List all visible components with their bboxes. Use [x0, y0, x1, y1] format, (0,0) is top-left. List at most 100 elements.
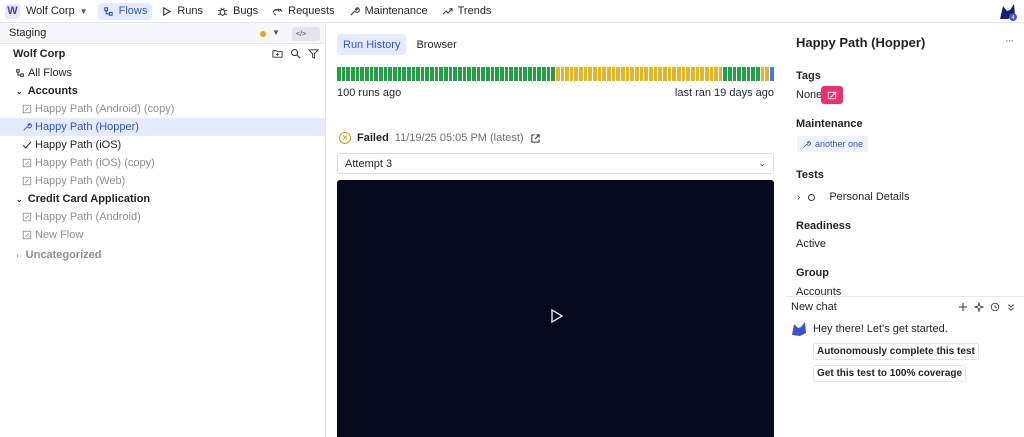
run-segment-passed[interactable] [462, 67, 467, 81]
chevron-right-icon[interactable]: › [797, 192, 800, 203]
plus-icon[interactable] [958, 302, 968, 312]
run-segment-failed[interactable] [574, 67, 579, 81]
run-segment-failed[interactable] [616, 67, 621, 81]
group-accounts[interactable]: ⌄ Accounts [0, 82, 325, 100]
nav-bugs[interactable]: Bugs [212, 3, 263, 20]
run-segment-passed[interactable] [392, 67, 397, 81]
run-segment-passed[interactable] [490, 67, 495, 81]
run-segment-passed[interactable] [551, 67, 555, 81]
run-segment-passed[interactable] [541, 67, 546, 81]
run-segment-passed[interactable] [378, 67, 383, 81]
run-segment-passed[interactable] [453, 67, 458, 81]
run-segment-failed[interactable] [588, 67, 593, 81]
run-segment-passed[interactable] [360, 67, 364, 81]
chevron-down-icon[interactable]: ⌄ [16, 87, 23, 96]
group-credit-card-application[interactable]: ⌄ Credit Card Application [0, 190, 325, 208]
run-segment-failed[interactable] [560, 67, 565, 81]
run-segment-failed[interactable] [597, 67, 602, 81]
run-segment-passed[interactable] [467, 67, 472, 81]
run-segment-passed[interactable] [546, 67, 551, 81]
run-segment-passed[interactable] [518, 67, 523, 81]
run-segment-failed[interactable] [662, 67, 667, 81]
nav-requests[interactable]: Requests [267, 3, 339, 20]
tab-browser[interactable]: Browser [410, 34, 462, 55]
run-segment-failed[interactable] [565, 67, 569, 81]
flow-item[interactable]: New Flow [0, 226, 325, 244]
run-segment-passed[interactable] [425, 67, 430, 81]
run-segment-passed[interactable] [416, 67, 420, 81]
run-segment-failed[interactable] [555, 67, 560, 81]
run-segment-passed[interactable] [337, 67, 341, 81]
run-segment-passed[interactable] [509, 67, 513, 81]
run-segment-failed[interactable] [648, 67, 653, 81]
new-folder-icon[interactable] [272, 48, 283, 59]
suggestion-button[interactable]: Get this test to 100% coverage [813, 365, 967, 382]
run-segment-passed[interactable] [430, 67, 434, 81]
more-options-icon[interactable]: ··· [1005, 35, 1014, 47]
run-segment-passed[interactable] [350, 67, 355, 81]
sparkle-icon[interactable] [974, 302, 984, 312]
run-segment-passed[interactable] [728, 67, 732, 81]
chevron-down-icon[interactable]: ⌄ [16, 195, 23, 204]
collapse-icon[interactable] [1006, 302, 1016, 312]
run-segment-passed[interactable] [346, 67, 350, 81]
flow-item[interactable]: Happy Path (Web) [0, 172, 325, 190]
test-item[interactable]: › Personal Details [797, 191, 909, 203]
workspace-name[interactable]: Wolf Corp [26, 5, 75, 17]
run-segment-failed[interactable] [611, 67, 616, 81]
run-segment-passed[interactable] [476, 67, 481, 81]
all-flows-item[interactable]: All Flows [0, 64, 325, 82]
run-segment-passed[interactable] [737, 67, 742, 81]
run-segment-passed[interactable] [495, 67, 499, 81]
run-segment-passed[interactable] [532, 67, 537, 81]
nav-maintenance[interactable]: Maintenance [344, 3, 433, 20]
wolf-avatar-icon[interactable]: 4 [998, 2, 1018, 22]
run-segment-passed[interactable] [444, 67, 448, 81]
run-segment-failed[interactable] [653, 67, 658, 81]
run-segment-passed[interactable] [486, 67, 490, 81]
run-segment-passed[interactable] [420, 67, 425, 81]
run-segment-passed[interactable] [402, 67, 406, 81]
run-segment-failed[interactable] [714, 67, 718, 81]
run-segment-latest[interactable] [770, 67, 774, 81]
filter-icon[interactable] [308, 48, 319, 59]
group-uncategorized[interactable]: › Uncategorized [0, 246, 325, 264]
run-segment-failed[interactable] [625, 67, 630, 81]
flow-item-selected[interactable]: Happy Path (Hopper) [0, 118, 325, 136]
external-link-icon[interactable] [530, 133, 541, 144]
run-segment-passed[interactable] [434, 67, 439, 81]
run-segment-passed[interactable] [723, 67, 728, 81]
history-icon[interactable] [990, 302, 1000, 312]
nav-runs[interactable]: Runs [156, 3, 208, 20]
run-segment-passed[interactable] [448, 67, 453, 81]
run-segment-passed[interactable] [742, 67, 746, 81]
run-segment-passed[interactable] [732, 67, 737, 81]
run-segment-failed[interactable] [658, 67, 662, 81]
run-segment-passed[interactable] [751, 67, 756, 81]
run-segment-failed[interactable] [695, 67, 700, 81]
run-segment-passed[interactable] [472, 67, 476, 81]
run-segment-failed[interactable] [690, 67, 695, 81]
run-segment-passed[interactable] [537, 67, 541, 81]
nav-trends[interactable]: Trends [437, 3, 497, 20]
run-segment-failed[interactable] [718, 67, 723, 81]
run-segment-passed[interactable] [364, 67, 369, 81]
run-segment-failed[interactable] [635, 67, 639, 81]
chevron-down-icon[interactable]: ▼ [272, 28, 280, 37]
run-segment-passed[interactable] [397, 67, 402, 81]
flow-item[interactable]: Happy Path (iOS) [0, 136, 325, 154]
run-segment-failed[interactable] [681, 67, 686, 81]
run-segment-failed[interactable] [579, 67, 583, 81]
search-icon[interactable] [290, 48, 301, 59]
maintenance-chip[interactable]: another one [797, 136, 869, 152]
run-segment-passed[interactable] [406, 67, 411, 81]
run-segment-passed[interactable] [756, 67, 760, 81]
chevron-down-icon[interactable]: ⌄ [758, 158, 766, 169]
run-segment-failed[interactable] [765, 67, 770, 81]
run-segment-passed[interactable] [439, 67, 444, 81]
environment-selector[interactable]: Staging ▼ </> [0, 23, 325, 44]
run-segment-failed[interactable] [602, 67, 607, 81]
run-segment-passed[interactable] [369, 67, 374, 81]
run-segment-failed[interactable] [639, 67, 644, 81]
run-segment-passed[interactable] [523, 67, 527, 81]
